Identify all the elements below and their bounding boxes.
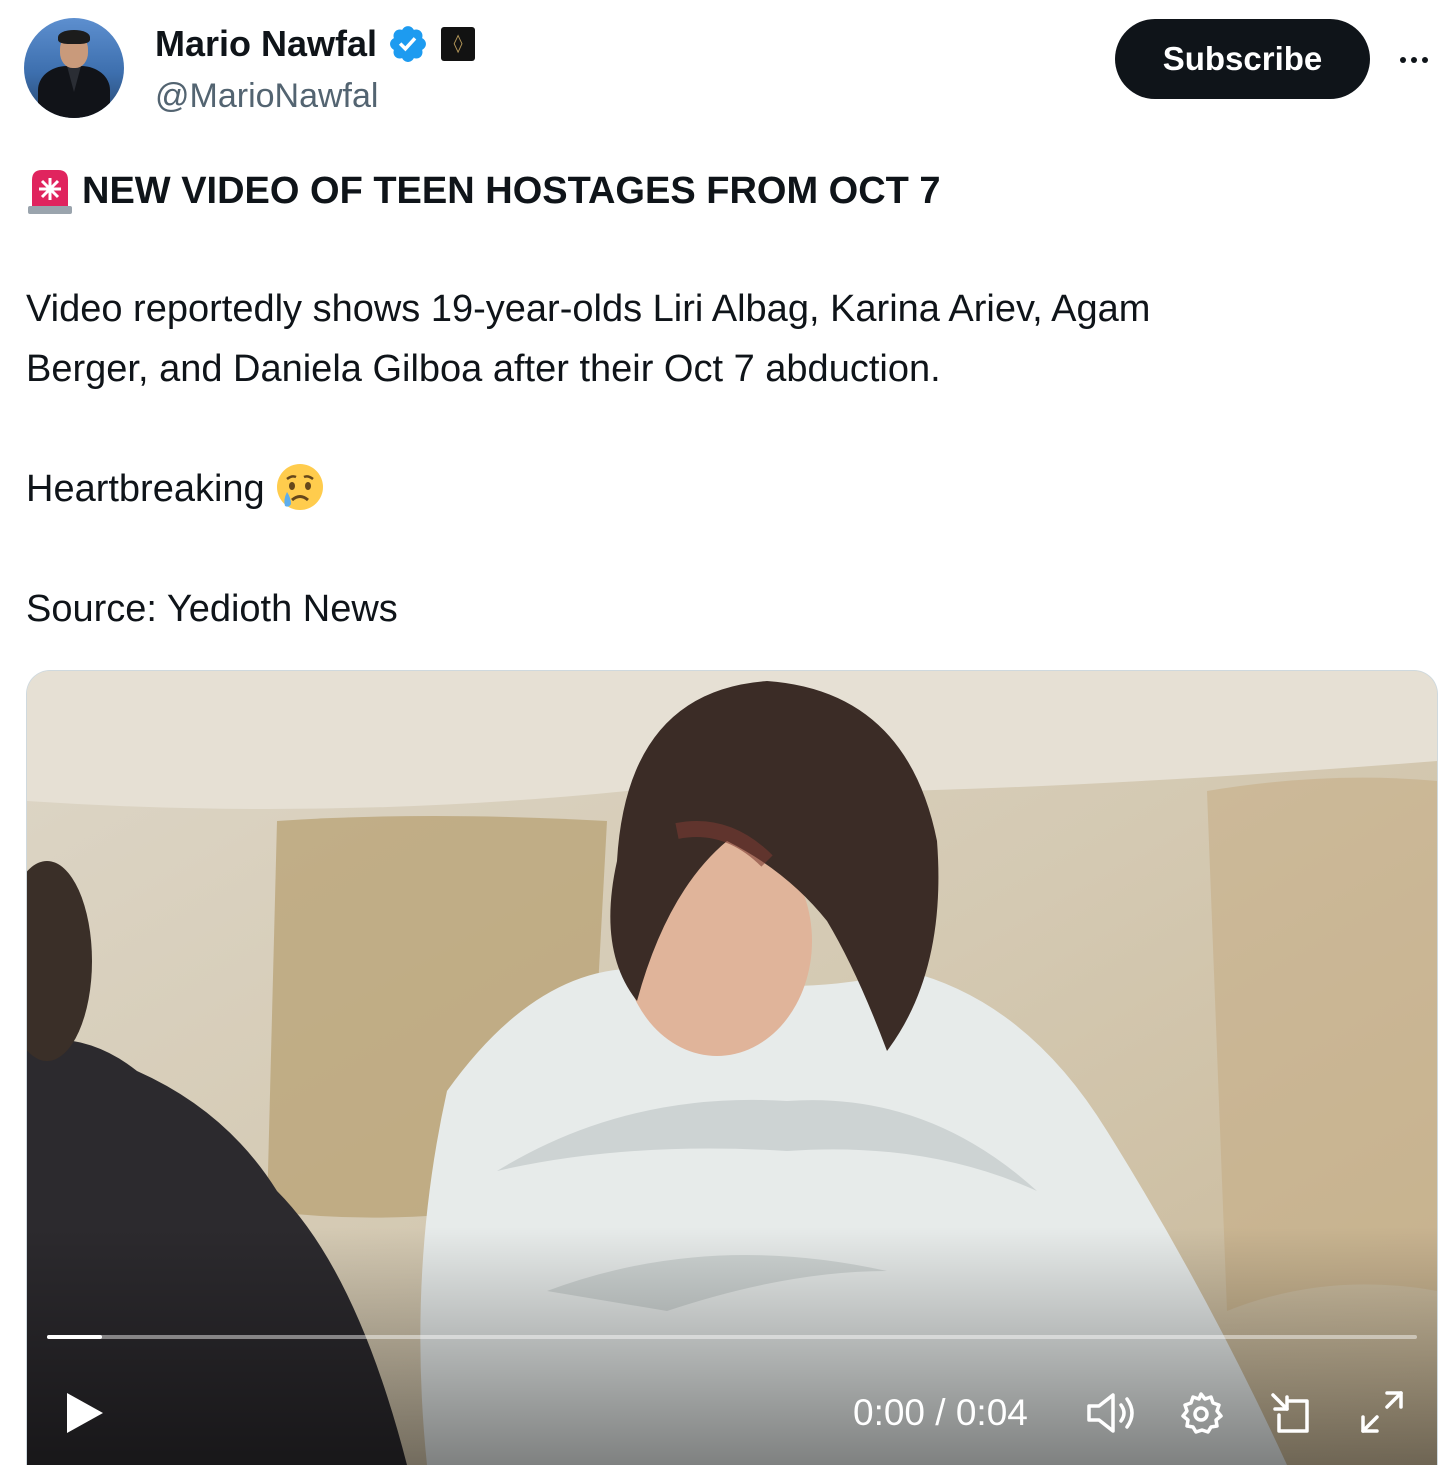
video-frame[interactable] bbox=[27, 671, 1437, 1465]
affiliate-badge-icon[interactable]: ◊ bbox=[441, 27, 476, 61]
post-paragraph-line-1: Video reportedly shows 19-year-olds Liri… bbox=[26, 288, 1151, 330]
play-icon[interactable] bbox=[63, 1389, 107, 1437]
video-player[interactable]: 0:00 / 0:04 bbox=[26, 670, 1438, 1465]
video-progress-bar[interactable] bbox=[47, 1335, 1417, 1339]
more-options-icon[interactable] bbox=[1392, 38, 1436, 82]
subscribe-button[interactable]: Subscribe bbox=[1115, 19, 1370, 99]
author-display-name[interactable]: Mario Nawfal bbox=[155, 22, 377, 66]
video-time-display: 0:00 / 0:04 bbox=[853, 1392, 1028, 1433]
picture-in-picture-icon[interactable] bbox=[1267, 1389, 1315, 1437]
author-avatar[interactable] bbox=[24, 18, 124, 118]
post-headline: NEW VIDEO OF TEEN HOSTAGES FROM OCT 7 bbox=[82, 170, 941, 212]
volume-icon[interactable] bbox=[1085, 1389, 1139, 1437]
crying-face-emoji bbox=[276, 464, 323, 510]
author-handle[interactable]: @MarioNawfal bbox=[155, 74, 378, 118]
video-progress-fill bbox=[47, 1335, 102, 1339]
post-paragraph-line-2: Berger, and Daniela Gilboa after their O… bbox=[26, 348, 941, 390]
fullscreen-icon[interactable] bbox=[1357, 1387, 1407, 1437]
post-reaction-text: Heartbreaking bbox=[26, 468, 265, 511]
police-siren-emoji bbox=[28, 170, 72, 214]
settings-gear-icon[interactable] bbox=[1177, 1389, 1225, 1437]
verified-check-icon bbox=[390, 26, 426, 62]
post-headline-row: NEW VIDEO OF TEEN HOSTAGES FROM OCT 7 bbox=[26, 166, 941, 216]
post-reaction-row: Heartbreaking bbox=[26, 464, 325, 516]
post-source: Source: Yedioth News bbox=[26, 588, 398, 630]
avatar-hair bbox=[58, 30, 90, 44]
author-name-row[interactable]: Mario Nawfal ◊ bbox=[155, 22, 476, 66]
